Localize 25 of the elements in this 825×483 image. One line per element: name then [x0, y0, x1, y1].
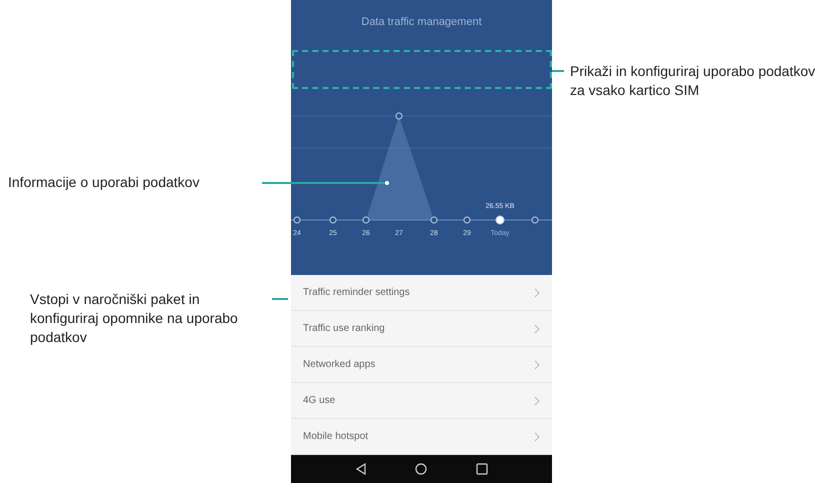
data-point[interactable]: [362, 216, 370, 224]
data-point[interactable]: [396, 112, 402, 120]
chevron-right-icon: [534, 288, 540, 298]
data-point[interactable]: [464, 216, 470, 224]
chevron-right-icon: [534, 396, 540, 406]
data-point[interactable]: [496, 216, 504, 224]
data-point[interactable]: [532, 216, 538, 224]
chevron-right-icon: [534, 324, 540, 334]
menu-item[interactable]: Traffic use ranking: [291, 311, 552, 347]
data-point[interactable]: [330, 216, 336, 224]
menu-item[interactable]: Traffic reminder settings: [291, 275, 552, 311]
callout-text: Informacije o uporabi podatkov: [8, 173, 200, 192]
home-icon[interactable]: [415, 463, 428, 475]
chevron-right-icon: [534, 432, 540, 442]
chevron-right-icon: [534, 360, 540, 370]
data-point[interactable]: [294, 216, 300, 224]
menu-item[interactable]: 4G use: [291, 383, 552, 419]
callout-text: Vstopi v naročniški paket in konfiguriraj opomnike na uporabo podatkov: [30, 290, 239, 347]
screen-title: Data traffic management: [361, 15, 482, 30]
callout-text: Prikaži in konfiguriraj uporabo podatkov za vsako kartico SIM: [570, 62, 816, 100]
back-icon[interactable]: [355, 463, 368, 475]
menu-item[interactable]: Networked apps: [291, 347, 552, 383]
recents-icon[interactable]: [476, 463, 488, 475]
data-point[interactable]: [430, 216, 438, 224]
leader-line: [552, 70, 568, 72]
